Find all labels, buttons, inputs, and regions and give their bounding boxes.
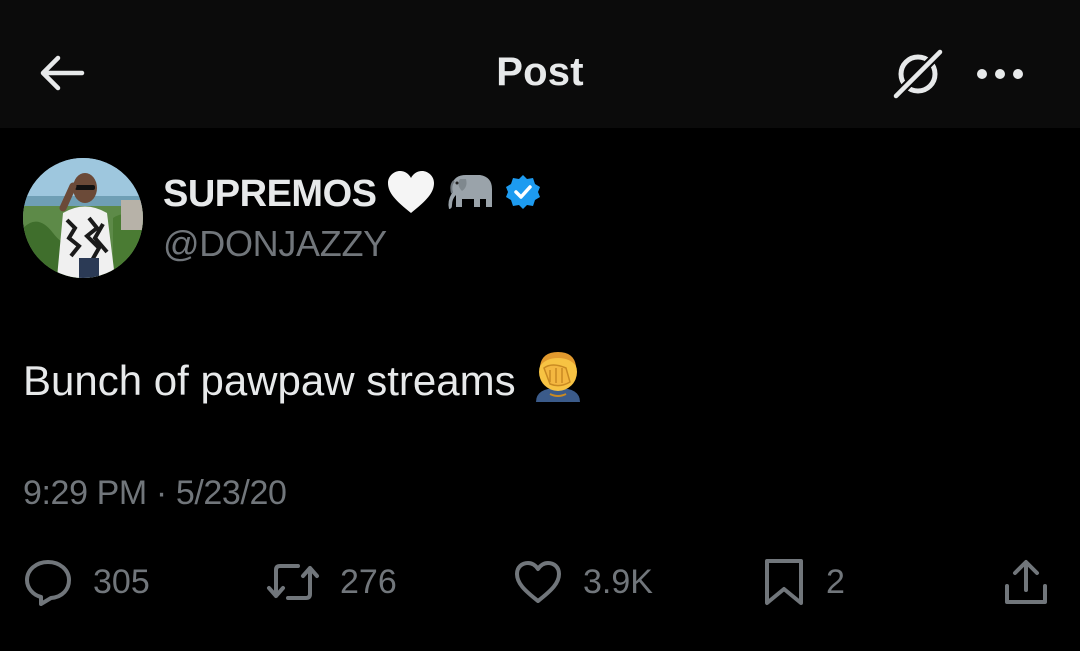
grok-icon	[890, 47, 945, 102]
heart-icon	[515, 561, 561, 603]
top-bar: Post	[0, 0, 1080, 128]
verified-badge-icon	[504, 173, 542, 216]
avatar[interactable]	[23, 158, 143, 278]
reply-button[interactable]: 305	[23, 552, 150, 612]
display-name[interactable]: SUPREMOS	[163, 173, 377, 216]
avatar-photo	[23, 158, 143, 278]
like-count: 3.9K	[583, 562, 653, 601]
reply-icon	[25, 560, 71, 606]
bookmark-icon	[765, 559, 803, 605]
bookmark-count: 2	[826, 562, 845, 601]
reply-count: 305	[93, 562, 150, 601]
repost-count: 276	[340, 562, 397, 601]
author-name-row[interactable]: SUPREMOS	[163, 168, 542, 220]
post-timestamp[interactable]: 9:29 PM · 5/23/20	[23, 474, 287, 513]
post-text-content: Bunch of pawpaw streams	[23, 357, 516, 404]
elephant-icon	[446, 171, 494, 218]
share-icon	[1005, 560, 1047, 604]
repost-icon	[267, 564, 319, 600]
grok-button[interactable]	[890, 46, 946, 102]
more-horizontal-icon	[977, 69, 1023, 79]
share-button[interactable]	[1002, 552, 1050, 612]
facepalm-emoji-icon	[530, 348, 586, 414]
repost-button[interactable]: 276	[266, 552, 397, 612]
post-text: Bunch of pawpaw streams	[23, 348, 586, 414]
action-bar: 305 276 3.9K 2	[0, 552, 1080, 612]
white-heart-icon	[386, 169, 436, 220]
author-handle[interactable]: @DONJAZZY	[163, 223, 387, 265]
like-button[interactable]: 3.9K	[513, 552, 653, 612]
more-button[interactable]	[972, 56, 1028, 92]
bookmark-button[interactable]: 2	[762, 552, 845, 612]
